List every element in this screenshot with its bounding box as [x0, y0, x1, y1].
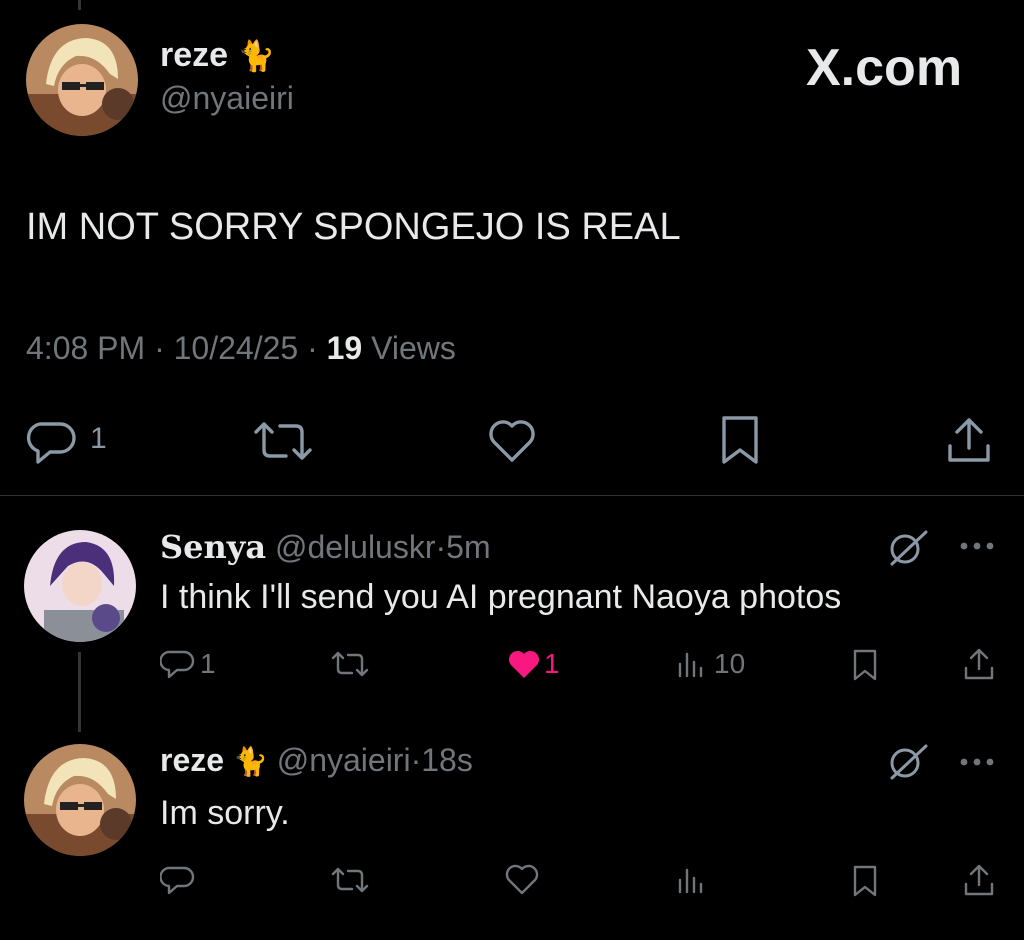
avatar[interactable] [24, 530, 136, 642]
separator: · [154, 330, 165, 366]
reply-time[interactable]: 5m [446, 529, 490, 565]
grok-icon[interactable] [884, 528, 930, 568]
liked-heart-icon[interactable] [506, 650, 542, 680]
tweet-text: IM NOT SORRY SPONGEJO IS REAL [26, 206, 681, 248]
separator: · [307, 330, 318, 366]
reply-time[interactable]: 18s [421, 742, 473, 778]
views-count: 19 [326, 330, 363, 366]
bookmark-icon[interactable] [850, 864, 880, 898]
more-icon[interactable] [958, 540, 998, 552]
separator: · [435, 529, 447, 565]
divider [0, 495, 1024, 496]
share-icon[interactable] [962, 862, 996, 898]
bookmark-icon[interactable] [718, 414, 762, 466]
tweet-meta: 4:08 PM · 10/24/25 · 19 Views [26, 330, 456, 367]
cat-emoji-icon: 🐈 [232, 746, 268, 777]
author-handle[interactable]: @nyaieiri [277, 742, 411, 778]
retweet-icon[interactable] [330, 866, 370, 894]
x-watermark: X.com [806, 39, 963, 97]
tweet-date[interactable]: 10/24/25 [174, 330, 299, 366]
like-icon[interactable] [504, 864, 540, 896]
reply-icon[interactable] [160, 648, 196, 680]
avatar[interactable] [26, 24, 138, 136]
tweet-time[interactable]: 4:08 PM [26, 330, 145, 366]
author-handle[interactable]: @nyaieiri [160, 80, 294, 117]
retweet-icon[interactable] [330, 650, 370, 678]
reply-icon[interactable] [26, 418, 78, 466]
grok-icon[interactable] [884, 742, 930, 782]
share-icon[interactable] [944, 414, 994, 466]
like-count: 1 [544, 648, 560, 679]
like-icon[interactable] [486, 418, 538, 464]
views-label: Views [371, 330, 456, 366]
share-icon[interactable] [962, 646, 996, 682]
views-icon[interactable] [676, 650, 704, 678]
retweet-icon[interactable] [252, 420, 314, 462]
author-handle[interactable]: @deluluskr [275, 529, 436, 565]
author-name[interactable]: reze [160, 742, 224, 778]
avatar[interactable] [24, 744, 136, 856]
author-name[interactable]: reze 🐈 [160, 36, 275, 75]
reply-icon[interactable] [160, 864, 196, 896]
bookmark-icon[interactable] [850, 648, 880, 682]
author-name[interactable]: Senya [160, 528, 266, 566]
more-icon[interactable] [958, 756, 998, 768]
reply-text: I think I'll send you AI pregnant Naoya … [160, 578, 842, 616]
views-icon[interactable] [676, 866, 704, 894]
reply-text: Im sorry. [160, 794, 290, 832]
reply-header: reze 🐈 @nyaieiri·18s [160, 742, 473, 779]
thread-line [78, 652, 81, 732]
cat-emoji-icon: 🐈 [237, 40, 275, 73]
reply-count: 1 [200, 648, 216, 679]
reply-count: 1 [90, 422, 107, 455]
reply-header: Senya @deluluskr·5m [160, 528, 491, 566]
separator: · [410, 742, 422, 778]
thread-line-top [78, 0, 81, 10]
views-count: 10 [714, 648, 746, 679]
